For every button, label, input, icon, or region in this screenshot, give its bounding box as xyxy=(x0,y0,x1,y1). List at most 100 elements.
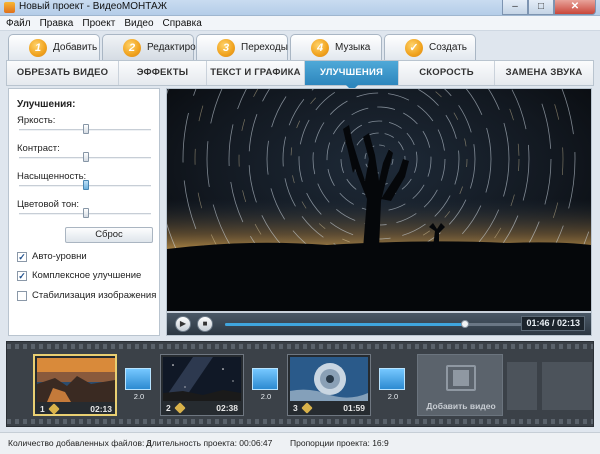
auto-levels-checkbox[interactable]: ✓ xyxy=(17,251,27,262)
project-duration-status: Длительность проекта: 00:06:47 xyxy=(146,438,273,448)
step-number-badge: 2 xyxy=(123,39,141,57)
tab-text-graphics[interactable]: ТЕКСТ И ГРАФИКА xyxy=(207,61,305,85)
stabilization-checkbox[interactable] xyxy=(17,290,27,301)
add-video-button[interactable]: Добавить видео xyxy=(417,354,503,416)
contrast-slider[interactable] xyxy=(19,152,151,162)
transition-icon xyxy=(125,368,151,390)
menu-help[interactable]: Справка xyxy=(163,16,207,30)
add-video-label: Добавить видео xyxy=(426,401,496,411)
tab-replace-audio[interactable]: ЗАМЕНА ЗВУКА xyxy=(495,61,593,85)
window-controls: – □ ✕ xyxy=(502,0,596,15)
timecode-display: 01:46 / 02:13 xyxy=(521,316,585,331)
auto-levels-label: Авто-уровни xyxy=(32,251,87,262)
step-label: Переходы xyxy=(241,42,288,53)
step-label: Музыка xyxy=(335,42,371,53)
step-create[interactable]: ✓ Создать xyxy=(384,34,476,60)
complex-enhancement-checkbox[interactable]: ✓ xyxy=(17,270,27,281)
edit-pencil-icon[interactable] xyxy=(301,402,313,414)
clip-number: 3 xyxy=(293,403,298,413)
stabilization-label: Стабилизация изображения xyxy=(32,290,157,301)
edit-pencil-icon[interactable] xyxy=(48,403,60,415)
step-number-badge: 4 xyxy=(311,39,329,57)
contrast-slider-thumb[interactable] xyxy=(83,152,89,162)
menu-video[interactable]: Видео xyxy=(124,16,158,30)
clip-thumbnail xyxy=(37,358,115,402)
checkmark-icon: ✓ xyxy=(405,39,423,57)
film-icon xyxy=(446,365,476,391)
player-controls: ▶ ■ 01:46 / 02:13 xyxy=(167,313,591,335)
empty-clip-slot xyxy=(507,362,537,410)
seek-bar[interactable] xyxy=(225,320,525,328)
saturation-slider[interactable] xyxy=(19,180,151,190)
tab-speed[interactable]: СКОРОСТЬ xyxy=(399,61,495,85)
stabilization-option[interactable]: Стабилизация изображения xyxy=(17,290,156,301)
step-label: Создать xyxy=(429,42,468,53)
saturation-slider-thumb[interactable] xyxy=(83,180,89,190)
seek-bar-thumb[interactable] xyxy=(461,320,469,328)
enhancements-panel: Улучшения: Яркость: Контраст: Насыщеннос… xyxy=(8,88,160,336)
step-music[interactable]: 4 Музыка xyxy=(290,34,382,60)
transition-icon xyxy=(252,368,278,390)
video-preview-area: ▶ ■ 01:46 / 02:13 xyxy=(166,88,592,336)
contrast-label: Контраст: xyxy=(17,143,60,154)
saturation-label: Насыщенность: xyxy=(17,171,87,182)
menu-project[interactable]: Проект xyxy=(82,16,120,30)
play-button[interactable]: ▶ xyxy=(175,316,191,332)
auto-levels-option[interactable]: ✓ Авто-уровни xyxy=(17,251,87,262)
maximize-button[interactable]: □ xyxy=(528,0,554,15)
complex-enhancement-label: Комплексное улучшение xyxy=(32,270,142,281)
transition-2[interactable]: 2.0 xyxy=(252,368,280,402)
step-transitions[interactable]: 3 Переходы xyxy=(196,34,288,60)
step-add[interactable]: 1 Добавить xyxy=(8,34,100,60)
clip-duration: 02:38 xyxy=(216,403,238,413)
clip-1[interactable]: 1 02:13 xyxy=(33,354,117,416)
clip-number: 1 xyxy=(40,404,45,414)
panel-title: Улучшения: xyxy=(17,99,76,110)
brightness-slider[interactable] xyxy=(19,124,151,134)
stop-button[interactable]: ■ xyxy=(197,316,213,332)
app-logo-icon xyxy=(4,2,15,13)
clip-info-bar: 2 02:38 xyxy=(163,402,241,414)
close-button[interactable]: ✕ xyxy=(554,0,596,15)
film-strip-edge xyxy=(7,419,593,424)
clip-duration: 01:59 xyxy=(343,403,365,413)
status-bar: Количество добавленных файлов: 3 Длитель… xyxy=(0,432,600,454)
minimize-button[interactable]: – xyxy=(502,0,528,15)
edit-pencil-icon[interactable] xyxy=(174,402,186,414)
window-title: Новый проект - ВидеоМОНТАЖ xyxy=(19,1,167,12)
step-label: Добавить xyxy=(53,42,98,53)
hue-label: Цветовой тон: xyxy=(17,199,80,210)
aspect-ratio-status: Пропорции проекта: 16:9 xyxy=(290,438,389,448)
video-preview[interactable] xyxy=(167,89,591,311)
menu-bar: Файл Правка Проект Видео Справка xyxy=(0,16,600,31)
complex-enhancement-option[interactable]: ✓ Комплексное улучшение xyxy=(17,270,141,281)
clip-3[interactable]: 3 01:59 xyxy=(287,354,371,416)
empty-clip-slot xyxy=(542,362,592,410)
transition-1[interactable]: 2.0 xyxy=(125,368,153,402)
clip-2[interactable]: 2 02:38 xyxy=(160,354,244,416)
brightness-label: Яркость: xyxy=(17,115,56,126)
title-bar: Новый проект - ВидеоМОНТАЖ – □ ✕ xyxy=(0,0,600,16)
step-tabs: 1 Добавить 2 Редактировать 3 Переходы 4 … xyxy=(8,34,478,61)
tab-enhancements[interactable]: УЛУЧШЕНИЯ xyxy=(305,61,399,91)
menu-edit[interactable]: Правка xyxy=(40,16,79,30)
clip-thumbnail xyxy=(290,357,368,401)
tab-trim-video[interactable]: ОБРЕЗАТЬ ВИДЕО xyxy=(7,61,119,85)
seek-bar-fill xyxy=(225,323,465,326)
file-count-status: Количество добавленных файлов: 3 xyxy=(8,438,152,448)
transition-duration: 2.0 xyxy=(387,392,399,401)
edit-subtabs: ОБРЕЗАТЬ ВИДЕО ЭФФЕКТЫ ТЕКСТ И ГРАФИКА У… xyxy=(6,60,594,91)
hue-slider[interactable] xyxy=(19,208,151,218)
clip-duration: 02:13 xyxy=(90,404,112,414)
hue-slider-thumb[interactable] xyxy=(83,208,89,218)
step-number-badge: 3 xyxy=(217,39,235,57)
reset-button[interactable]: Сброс xyxy=(65,227,153,243)
clip-thumbnail xyxy=(163,357,241,401)
step-edit[interactable]: 2 Редактировать xyxy=(102,34,216,61)
clip-info-bar: 3 01:59 xyxy=(290,402,368,414)
menu-file[interactable]: Файл xyxy=(6,16,36,30)
brightness-slider-thumb[interactable] xyxy=(83,124,89,134)
transition-3[interactable]: 2.0 xyxy=(379,368,407,402)
tab-effects[interactable]: ЭФФЕКТЫ xyxy=(119,61,207,85)
transition-icon xyxy=(379,368,405,390)
